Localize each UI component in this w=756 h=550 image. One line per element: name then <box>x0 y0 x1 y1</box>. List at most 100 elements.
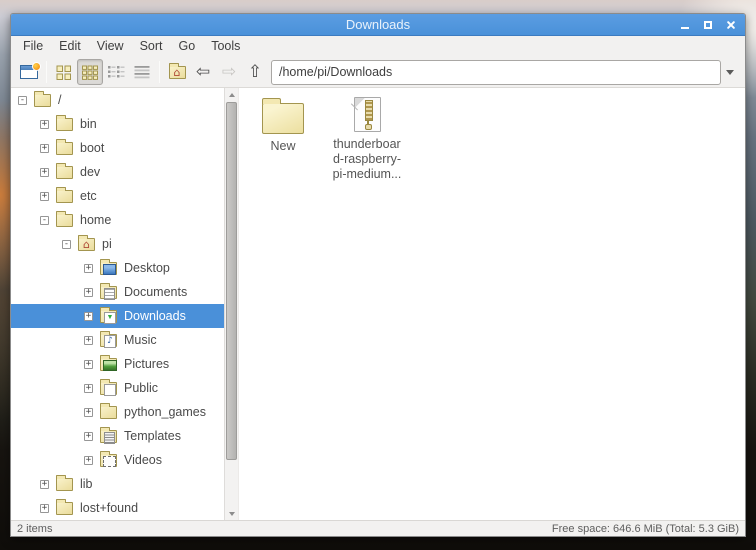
menu-view[interactable]: View <box>89 36 132 57</box>
tree-item-label: lib <box>80 477 93 491</box>
expander-icon[interactable]: + <box>40 167 49 177</box>
tree-item-documents[interactable]: + Documents <box>11 280 224 304</box>
folder-icon <box>56 210 73 227</box>
file-item-thunderboard-zip[interactable]: thunderboar d-raspberry- pi-medium... <box>324 95 410 182</box>
tree-item-label: python_games <box>124 405 207 419</box>
expander-icon[interactable]: + <box>40 191 49 201</box>
public-folder-icon <box>100 378 117 396</box>
expander-icon[interactable]: - <box>62 239 71 249</box>
detailed-view-button[interactable] <box>129 59 155 85</box>
tree-item-label: bin <box>80 117 97 131</box>
expander-icon[interactable]: + <box>40 479 49 489</box>
expander-icon[interactable]: + <box>40 143 49 153</box>
tree-item-bin[interactable]: + bin <box>11 112 224 136</box>
folder-icon <box>56 498 73 515</box>
file-item-new-folder[interactable]: New <box>252 95 314 154</box>
file-label: thunderboar d-raspberry- pi-medium... <box>332 137 402 181</box>
scroll-up-button[interactable] <box>225 88 238 101</box>
tree-item-label: Public <box>124 381 159 395</box>
expander-icon[interactable]: + <box>40 503 49 513</box>
tree-item-public[interactable]: + Public <box>11 376 224 400</box>
new-window-button[interactable] <box>16 59 42 85</box>
tree-item-music[interactable]: + Music <box>11 328 224 352</box>
tree-item-label: Templates <box>124 429 181 443</box>
up-button[interactable]: ⇧ <box>242 59 268 85</box>
expander-icon[interactable]: + <box>84 431 93 441</box>
new-window-icon <box>20 62 41 79</box>
folder-icon <box>56 474 73 491</box>
folder-icon <box>56 186 73 203</box>
home-button[interactable] <box>164 59 190 85</box>
tree-item-desktop[interactable]: + Desktop <box>11 256 224 280</box>
menu-go[interactable]: Go <box>171 36 204 57</box>
file-list-pane[interactable]: New thunderboar d-raspberry- pi-medium..… <box>238 88 745 520</box>
thumbnail-view-button[interactable] <box>77 59 103 85</box>
directory-tree: - / + bin + boot + dev + etc - home - ⌂ … <box>11 88 224 520</box>
tree-item-pictures[interactable]: + Pictures <box>11 352 224 376</box>
tree-item-pi[interactable]: - pi <box>11 232 224 256</box>
toolbar-separator <box>46 61 47 83</box>
templates-folder-icon <box>100 426 117 444</box>
expander-icon[interactable]: + <box>40 119 49 129</box>
tree-item-templates[interactable]: + Templates <box>11 424 224 448</box>
scroll-down-button[interactable] <box>225 507 238 520</box>
expander-icon[interactable]: + <box>84 263 93 273</box>
title-bar[interactable]: Downloads <box>11 14 745 36</box>
expander-icon[interactable]: + <box>84 407 93 417</box>
tree-item-boot[interactable]: + boot <box>11 136 224 160</box>
folder-icon <box>262 98 304 134</box>
menu-bar: File Edit View Sort Go Tools <box>11 36 745 57</box>
tree-item-label: Music <box>124 333 157 347</box>
downloads-folder-icon <box>100 306 117 324</box>
back-button[interactable]: ⇦ <box>190 59 216 85</box>
menu-file[interactable]: File <box>15 36 51 57</box>
desktop-folder-icon <box>100 258 117 275</box>
expander-icon[interactable]: + <box>84 455 93 465</box>
tree-item-lost-found[interactable]: + lost+found <box>11 496 224 520</box>
pictures-folder-icon <box>100 354 117 371</box>
maximize-button[interactable] <box>703 20 713 30</box>
menu-sort[interactable]: Sort <box>132 36 171 57</box>
icon-view-icon <box>56 65 71 80</box>
expander-icon[interactable]: - <box>40 215 49 225</box>
tree-item-label: Desktop <box>124 261 170 275</box>
dropdown-chevron-icon <box>726 69 734 75</box>
expander-icon[interactable]: + <box>84 287 93 297</box>
close-button[interactable] <box>726 20 736 30</box>
tree-item-label: Downloads <box>124 309 186 323</box>
documents-folder-icon <box>100 282 117 300</box>
folder-icon <box>100 402 117 419</box>
toolbar: ⇦ ⇨ ⇧ <box>11 57 745 88</box>
scrollbar-thumb[interactable] <box>226 102 237 460</box>
tree-item-videos[interactable]: + Videos <box>11 448 224 472</box>
directory-tree-pane: - / + bin + boot + dev + etc - home - ⌂ … <box>11 88 238 520</box>
tree-item-label: home <box>80 213 112 227</box>
forward-button[interactable]: ⇨ <box>216 59 242 85</box>
tree-item-dev[interactable]: + dev <box>11 160 224 184</box>
tree-item-python-games[interactable]: + python_games <box>11 400 224 424</box>
sidebar-scrollbar[interactable] <box>224 88 238 520</box>
expander-icon[interactable]: + <box>84 359 93 369</box>
tree-item-label: Documents <box>124 285 188 299</box>
tree-item-etc[interactable]: + etc <box>11 184 224 208</box>
expander-icon[interactable]: + <box>84 383 93 393</box>
menu-tools[interactable]: Tools <box>203 36 248 57</box>
home-icon <box>168 62 186 79</box>
tree-item-home[interactable]: - home <box>11 208 224 232</box>
expander-icon[interactable]: - <box>18 95 27 105</box>
detailed-view-icon <box>134 66 150 79</box>
minimize-button[interactable] <box>680 20 690 30</box>
tree-item-root[interactable]: - / <box>11 88 224 112</box>
icon-view-button[interactable] <box>51 59 77 85</box>
menu-edit[interactable]: Edit <box>51 36 89 57</box>
tree-item-downloads[interactable]: + Downloads <box>11 304 224 328</box>
content-area: - / + bin + boot + dev + etc - home - ⌂ … <box>11 88 745 520</box>
path-dropdown-button[interactable] <box>721 60 739 85</box>
expander-icon[interactable]: + <box>84 311 93 321</box>
tree-item-label: Pictures <box>124 357 170 371</box>
status-bar: 2 items Free space: 646.6 MiB (Total: 5.… <box>11 520 745 536</box>
expander-icon[interactable]: + <box>84 335 93 345</box>
tree-item-lib[interactable]: + lib <box>11 472 224 496</box>
compact-view-button[interactable] <box>103 59 129 85</box>
path-input[interactable] <box>271 59 721 85</box>
